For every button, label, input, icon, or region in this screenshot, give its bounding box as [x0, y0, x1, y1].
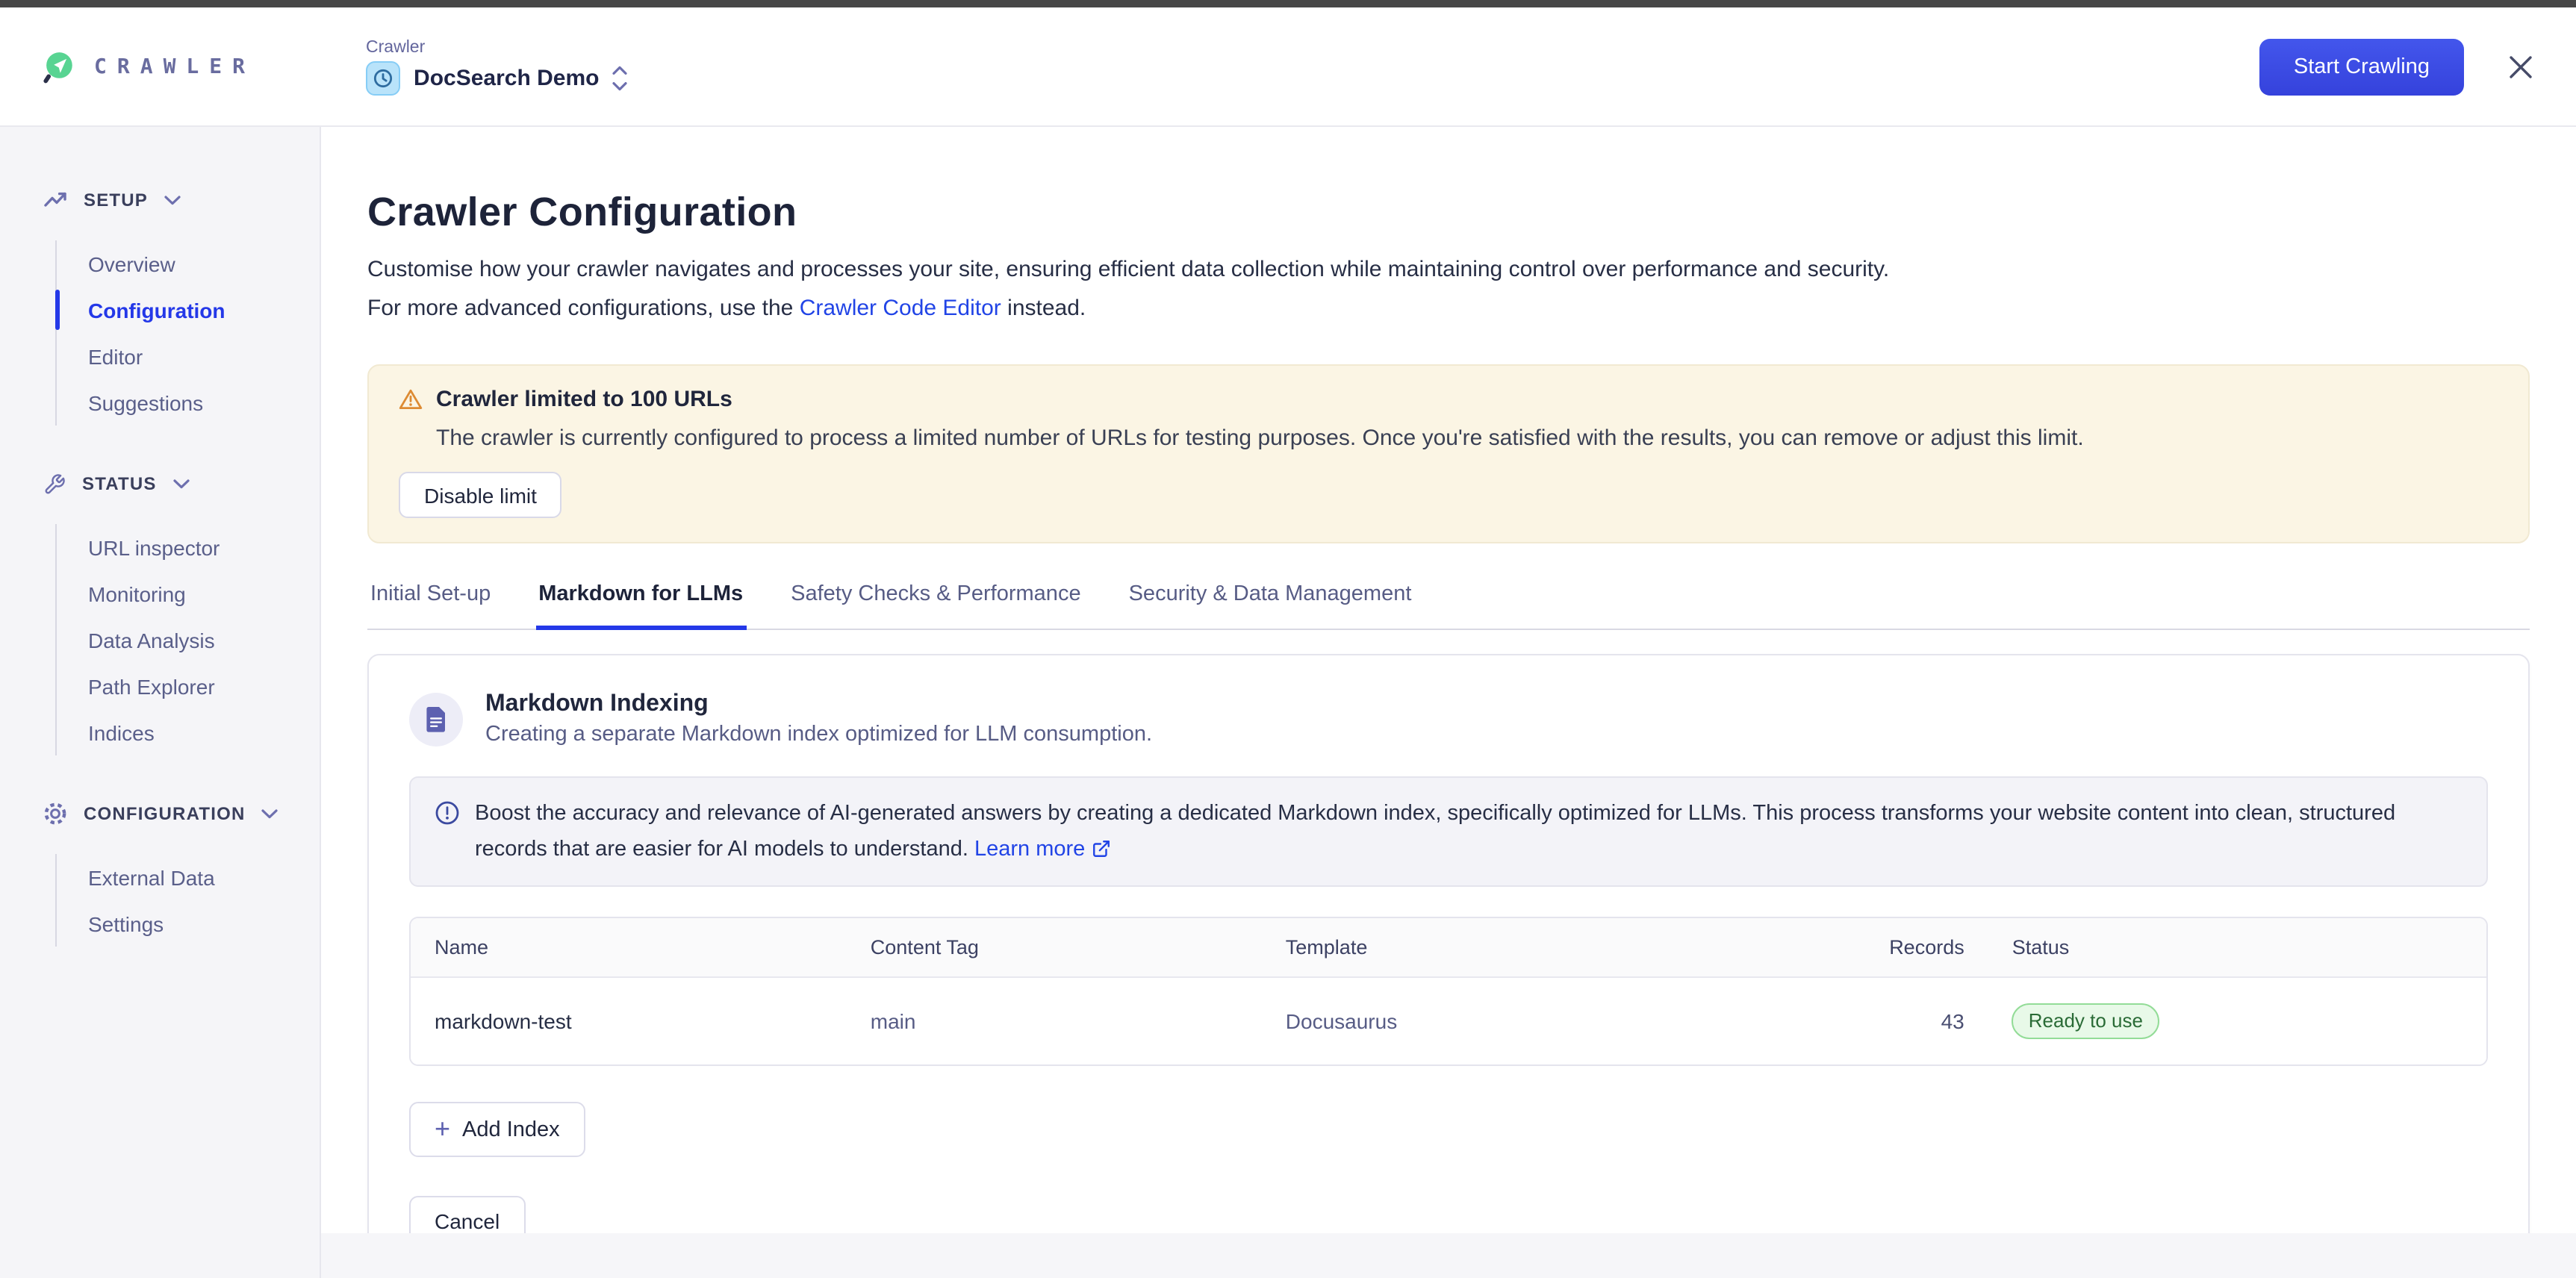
cell-name: markdown-test	[411, 978, 847, 1065]
card-header: Markdown Indexing Creating a separate Ma…	[409, 691, 2488, 746]
wrench-icon	[43, 473, 66, 495]
card-subtitle: Creating a separate Markdown index optim…	[485, 723, 1152, 746]
column-header-records: Records	[1760, 918, 1988, 976]
url-limit-warning-banner: Crawler limited to 100 URLs The crawler …	[367, 364, 2530, 543]
external-link-icon	[1091, 838, 1110, 858]
sidebar-section-status: STATUS URL inspector Monitoring Data Ana…	[43, 467, 320, 755]
sidebar-section-status-header[interactable]: STATUS	[43, 467, 320, 500]
sidebar-item-suggestions[interactable]: Suggestions	[88, 379, 320, 426]
sidebar-section-label: CONFIGURATION	[84, 803, 246, 824]
sidebar-item-indices[interactable]: Indices	[88, 709, 320, 755]
window-top-strip	[0, 0, 2576, 7]
markdown-index-table: Name Content Tag Template Records Status…	[409, 917, 2488, 1066]
sidebar-section-label: SETUP	[84, 190, 148, 211]
clock-icon	[372, 66, 394, 89]
page-bottom-band	[321, 1233, 2576, 1278]
status-badge: Ready to use	[2012, 1003, 2159, 1039]
cell-template: Docusaurus	[1262, 978, 1760, 1065]
crawler-avatar	[366, 60, 400, 95]
sidebar-item-data-analysis[interactable]: Data Analysis	[88, 617, 320, 663]
tab-markdown-for-llms[interactable]: Markdown for LLMs	[535, 573, 746, 630]
main-content: Crawler Configuration Customise how your…	[321, 127, 2576, 1278]
description-line2-suffix: instead.	[1001, 296, 1086, 321]
learn-more-link[interactable]: Learn more	[974, 838, 1110, 861]
page-title: Crawler Configuration	[367, 187, 2530, 237]
crawler-selector-label: Crawler	[366, 38, 627, 56]
crawler-selector-value: DocSearch Demo	[414, 65, 599, 90]
app-window: CRAWLER Crawler DocSearch Demo	[0, 0, 2576, 1278]
warning-body: The crawler is currently configured to p…	[436, 423, 2498, 454]
gear-icon	[43, 802, 67, 826]
table-header-row: Name Content Tag Template Records Status	[411, 918, 2486, 976]
cell-records: 43	[1760, 978, 1988, 1065]
add-index-button[interactable]: + Add Index	[409, 1102, 585, 1157]
markdown-indexing-card: Markdown Indexing Creating a separate Ma…	[367, 654, 2530, 1278]
page-description: Customise how your crawler navigates and…	[367, 251, 2530, 328]
warning-triangle-icon	[399, 388, 423, 411]
description-line1: Customise how your crawler navigates and…	[367, 257, 1889, 282]
sidebar-item-settings[interactable]: Settings	[88, 900, 320, 947]
crawler-selector[interactable]: Crawler DocSearch Demo	[366, 38, 627, 95]
sidebar-section-label: STATUS	[82, 473, 157, 494]
info-callout: Boost the accuracy and relevance of AI-g…	[409, 776, 2488, 887]
sidebar-section-setup: SETUP Overview Configuration Editor Sugg…	[43, 184, 320, 426]
tab-security-data-management[interactable]: Security & Data Management	[1126, 573, 1415, 630]
column-header-status: Status	[1988, 918, 2486, 976]
sidebar-item-editor[interactable]: Editor	[88, 333, 320, 379]
sidebar-section-setup-header[interactable]: SETUP	[43, 184, 320, 216]
column-header-content-tag: Content Tag	[847, 918, 1262, 976]
chevron-down-icon	[164, 195, 181, 205]
sidebar-item-overview[interactable]: Overview	[88, 240, 320, 287]
sidebar-item-url-inspector[interactable]: URL inspector	[88, 524, 320, 570]
close-icon[interactable]	[2504, 50, 2537, 83]
logo-wordmark: CRAWLER	[94, 54, 255, 78]
table-row[interactable]: markdown-test main Docusaurus 43 Ready t…	[411, 976, 2486, 1065]
sidebar-section-configuration: CONFIGURATION External Data Settings	[43, 797, 320, 947]
sidebar-item-external-data[interactable]: External Data	[88, 854, 320, 900]
sidebar-item-monitoring[interactable]: Monitoring	[88, 570, 320, 617]
cell-content-tag: main	[847, 978, 1262, 1065]
info-icon	[435, 796, 460, 867]
warning-title: Crawler limited to 100 URLs	[436, 387, 732, 412]
tab-safety-checks-performance[interactable]: Safety Checks & Performance	[788, 573, 1083, 630]
disable-limit-button[interactable]: Disable limit	[399, 472, 562, 518]
document-icon	[423, 704, 449, 734]
chevron-down-icon	[173, 479, 190, 489]
sidebar-item-path-explorer[interactable]: Path Explorer	[88, 663, 320, 709]
sidebar-item-configuration[interactable]: Configuration	[88, 287, 320, 333]
crawler-logo: CRAWLER	[42, 49, 255, 84]
trending-up-icon	[43, 188, 67, 212]
info-text: Boost the accuracy and relevance of AI-g…	[475, 802, 2395, 861]
cell-status: Ready to use	[1988, 978, 2486, 1065]
document-icon-circle	[409, 692, 463, 746]
sidebar-section-configuration-header[interactable]: CONFIGURATION	[43, 797, 320, 830]
description-line2-prefix: For more advanced configurations, use th…	[367, 296, 800, 321]
column-header-name: Name	[411, 918, 847, 976]
top-header: CRAWLER Crawler DocSearch Demo	[0, 7, 2576, 127]
crawler-code-editor-link[interactable]: Crawler Code Editor	[800, 296, 1001, 321]
plus-icon: +	[435, 1115, 450, 1141]
start-crawling-button[interactable]: Start Crawling	[2259, 38, 2464, 95]
crawler-logo-icon	[42, 49, 76, 84]
chevron-up-down-icon	[612, 65, 627, 90]
config-tabs: Initial Set-up Markdown for LLMs Safety …	[367, 573, 2530, 630]
sidebar: SETUP Overview Configuration Editor Sugg…	[0, 127, 321, 1278]
chevron-down-icon	[262, 808, 279, 819]
column-header-template: Template	[1262, 918, 1760, 976]
card-title: Markdown Indexing	[485, 691, 1152, 718]
tab-initial-set-up[interactable]: Initial Set-up	[367, 573, 494, 630]
